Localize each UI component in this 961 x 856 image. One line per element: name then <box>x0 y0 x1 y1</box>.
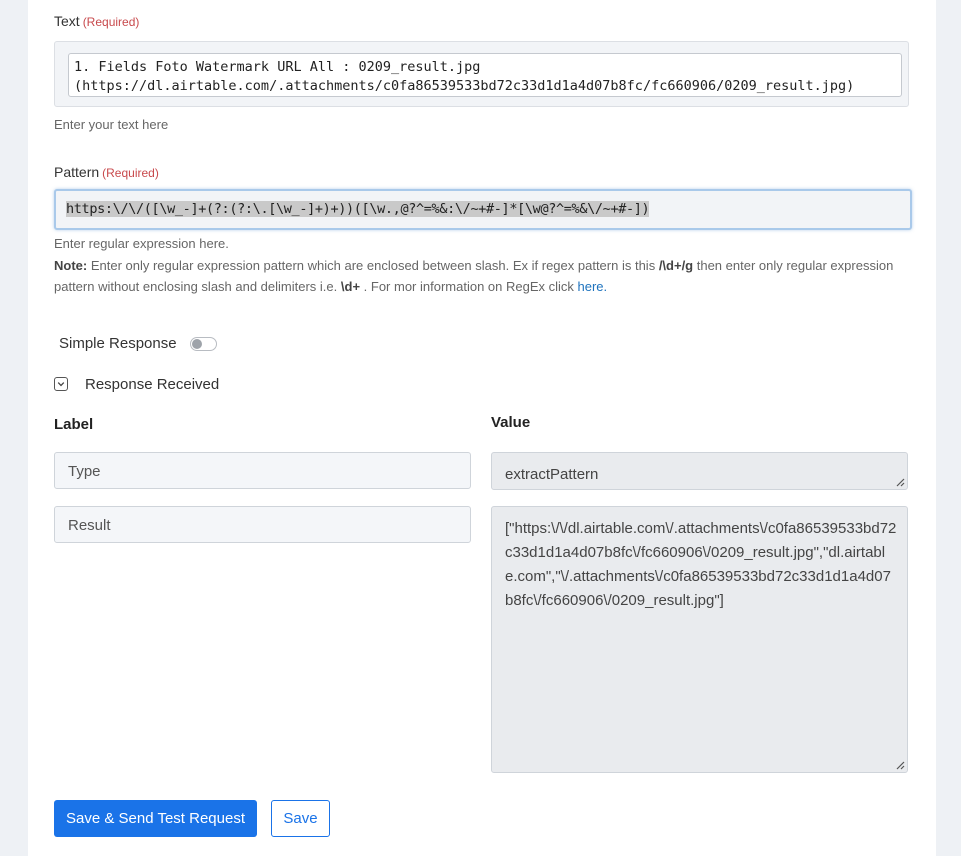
text-help: Enter your text here <box>54 117 169 132</box>
response-received-toggle[interactable] <box>54 377 68 391</box>
pattern-required-tag: (Required) <box>102 166 159 180</box>
row-type-value-textarea[interactable]: extractPattern <box>491 452 908 490</box>
text-field-label: Text (Required) <box>54 13 139 29</box>
row-result-value-text: ["https:\/\/dl.airtable.com\/.attachment… <box>505 520 897 609</box>
pattern-input-value: https:\/\/([\w_-]+(?:(?:\.[\w_-]+)+))([\… <box>66 201 650 217</box>
save-and-send-test-request-button[interactable]: Save & Send Test Request <box>54 800 257 837</box>
text-input-line-2: (https://dl.airtable.com/.attachments/c0… <box>74 78 855 94</box>
text-label: Text <box>54 13 80 29</box>
note-text-1: Enter only regular expression pattern wh… <box>87 258 659 273</box>
resize-grip-icon[interactable] <box>895 760 905 770</box>
simple-response-toggle[interactable] <box>190 337 217 351</box>
save-button[interactable]: Save <box>271 800 330 837</box>
form-card: Text (Required) 1. Fields Foto Watermark … <box>28 0 936 856</box>
value-column-header: Value <box>491 414 531 431</box>
pattern-field-label: Pattern (Required) <box>54 164 159 180</box>
regex-help-link[interactable]: here. <box>578 279 608 294</box>
text-input-line-1: 1. Fields Foto Watermark URL All : 0209_… <box>74 59 481 75</box>
text-input[interactable]: 1. Fields Foto Watermark URL All : 0209_… <box>68 53 902 97</box>
text-required-tag: (Required) <box>82 15 140 29</box>
text-field-container: 1. Fields Foto Watermark URL All : 0209_… <box>54 41 909 107</box>
note-label: Note: <box>54 258 88 273</box>
response-received-label: Response Received <box>85 376 220 393</box>
pattern-help: Enter regular expression here. <box>54 236 229 251</box>
note-text-3: . For mor information on RegEx click <box>360 278 578 294</box>
note-example-2: \d+ <box>340 278 361 294</box>
row-type-value-text: extractPattern <box>505 466 599 483</box>
row-type-label-input[interactable]: Type <box>54 452 471 489</box>
label-column-header: Label <box>54 416 94 433</box>
chevron-down-icon <box>57 382 65 387</box>
row-result-label-input[interactable]: Result <box>54 506 471 543</box>
pattern-input[interactable]: https:\/\/([\w_-]+(?:(?:\.[\w_-]+)+))([\… <box>54 189 912 230</box>
resize-grip-icon[interactable] <box>895 477 905 487</box>
row-result-value-textarea[interactable]: ["https:\/\/dl.airtable.com\/.attachment… <box>491 506 908 773</box>
pattern-note: Note: Enter only regular expression patt… <box>54 256 894 297</box>
toggle-knob <box>192 339 202 349</box>
simple-response-label: Simple Response <box>59 335 177 352</box>
pattern-label: Pattern <box>54 164 100 180</box>
note-example: /\d+/g <box>658 258 694 273</box>
